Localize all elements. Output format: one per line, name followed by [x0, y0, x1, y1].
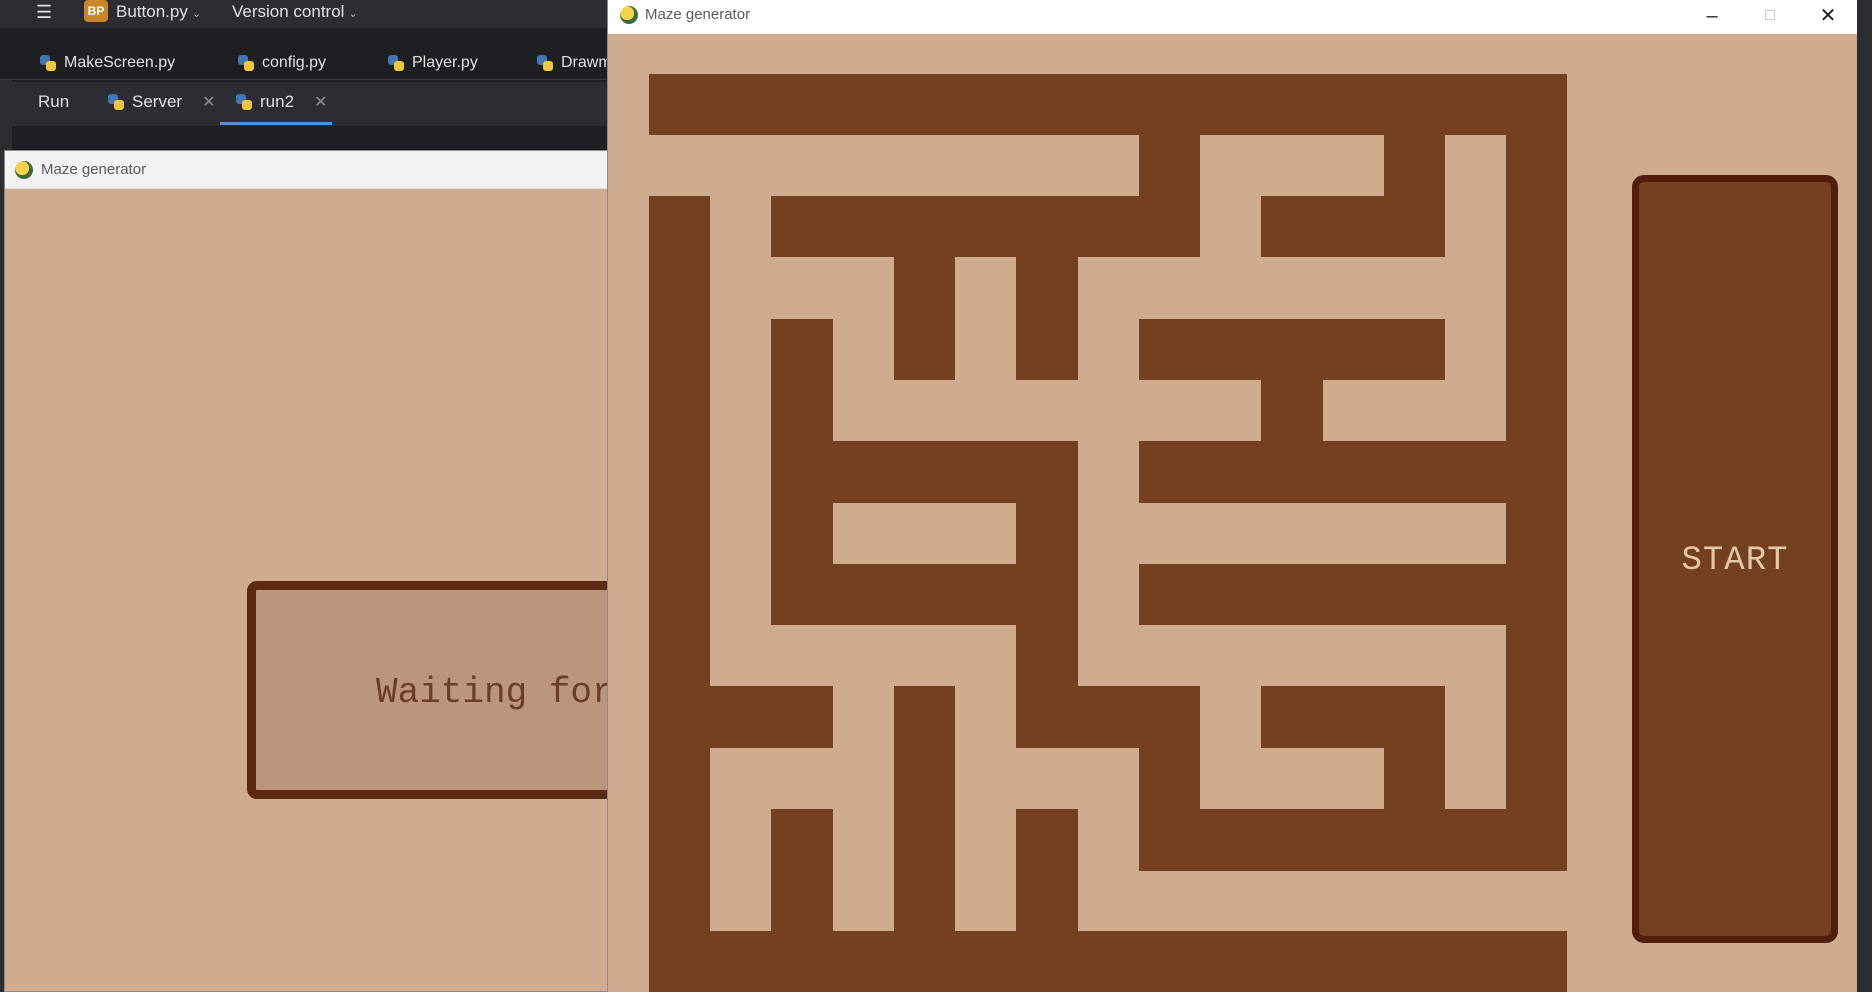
close-icon[interactable]: ✕: [1800, 2, 1856, 30]
editor-tab[interactable]: Drawm: [537, 52, 612, 74]
maze-wall: [1506, 74, 1567, 871]
pygame-icon: [15, 161, 33, 179]
maze-wall: [1016, 196, 1078, 380]
project-selector[interactable]: Button.py ⌄: [116, 2, 201, 22]
maze-wall: [894, 196, 955, 380]
maze-grid: [649, 74, 1567, 992]
maze-window-front: Maze generator – □ ✕ START: [607, 0, 1857, 992]
start-button[interactable]: START: [1632, 175, 1838, 943]
right-tool-strip: [1856, 28, 1872, 992]
version-control-menu[interactable]: Version control ⌄: [232, 2, 358, 22]
minimize-icon[interactable]: –: [1684, 2, 1740, 30]
maze-wall: [1384, 686, 1445, 809]
maze-wall: [771, 196, 1200, 257]
maze-wall: [771, 564, 1078, 625]
run-tab-run2[interactable]: run2 ✕: [236, 92, 327, 112]
editor-tab-label: Drawm: [561, 54, 612, 71]
run-tab-label: Server: [132, 92, 183, 111]
pygame-icon: [620, 6, 638, 24]
window-titlebar[interactable]: Maze generator: [5, 151, 623, 189]
editor-tab-label: Player.py: [412, 54, 478, 71]
python-icon: [40, 55, 56, 71]
close-icon[interactable]: ✕: [202, 92, 215, 112]
maze-wall: [649, 196, 710, 992]
version-control-label: Version control: [232, 2, 345, 21]
editor-tab[interactable]: config.py: [238, 52, 326, 74]
python-icon: [108, 94, 124, 110]
maze-wall: [894, 686, 955, 931]
window-title: Maze generator: [645, 6, 751, 23]
run-tab-label: run2: [260, 92, 295, 111]
python-icon: [238, 55, 254, 71]
editor-tab-bar: MakeScreen.py config.py Player.py Drawm: [0, 44, 620, 80]
maze-wall: [710, 686, 833, 748]
maze-wall: [1139, 441, 1506, 503]
project-name: Button.py: [116, 2, 188, 21]
editor-tab-label: MakeScreen.py: [64, 54, 176, 71]
maze-wall: [1261, 196, 1445, 257]
python-icon: [388, 55, 404, 71]
run-label: Run: [38, 92, 70, 111]
active-tab-indicator: [220, 122, 332, 125]
python-icon: [236, 94, 252, 110]
maze-wall: [1261, 319, 1323, 442]
run-tab-server[interactable]: Server ✕: [108, 92, 215, 112]
maze-wall: [771, 809, 833, 931]
maze-wall: [1139, 809, 1567, 871]
editor-tab[interactable]: MakeScreen.py: [40, 52, 175, 74]
close-icon[interactable]: ✕: [314, 92, 327, 112]
maze-window-back: Maze generator Waiting for: [4, 150, 667, 992]
maze-wall: [649, 931, 1567, 992]
maximize-icon[interactable]: □: [1742, 2, 1798, 30]
python-icon: [537, 55, 553, 71]
menu-icon[interactable]: ☰: [36, 3, 58, 21]
chevron-down-icon: ⌄: [348, 8, 358, 20]
editor-tab-label: config.py: [262, 54, 327, 71]
maze-wall: [1016, 809, 1078, 931]
project-badge[interactable]: BP: [84, 0, 108, 22]
editor-tab[interactable]: Player.py: [388, 52, 478, 74]
maze-wall: [1139, 564, 1506, 625]
window-titlebar[interactable]: Maze generator – □ ✕: [608, 0, 1857, 34]
run-tool-window-tabs: Run Server ✕ run2 ✕: [0, 82, 620, 126]
chevron-down-icon: ⌄: [191, 8, 202, 20]
waiting-text: Waiting for: [376, 672, 614, 713]
waiting-button: Waiting for: [247, 581, 667, 799]
window-title: Maze generator: [41, 161, 147, 178]
start-label: START: [1681, 542, 1789, 580]
